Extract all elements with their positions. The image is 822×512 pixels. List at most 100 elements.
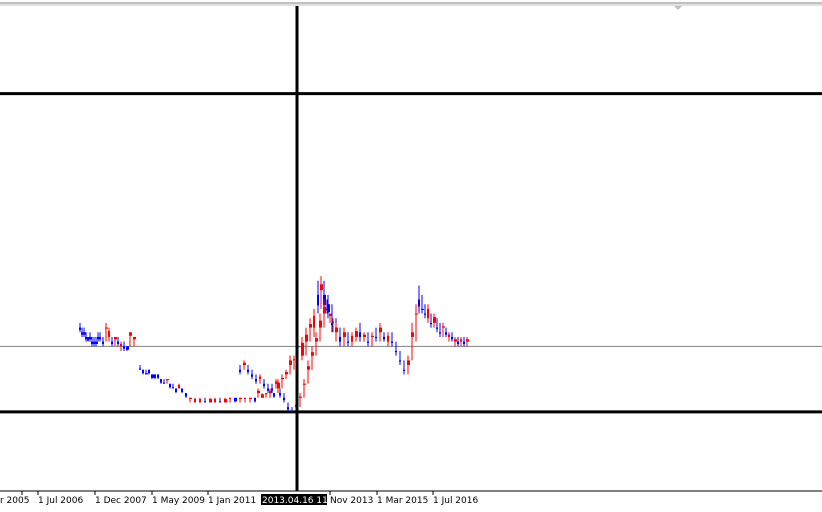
candle-body xyxy=(166,379,169,381)
candle-body xyxy=(189,397,192,399)
candle-body xyxy=(281,377,284,380)
candle-body xyxy=(123,346,125,349)
candle-body xyxy=(251,374,253,377)
candle-body xyxy=(457,341,459,344)
candle-body xyxy=(347,341,349,343)
candle-body xyxy=(243,362,246,366)
candle-body xyxy=(148,369,150,374)
candle-body xyxy=(129,332,132,336)
candle-body xyxy=(163,382,165,384)
candle-body xyxy=(315,338,318,342)
candle-body xyxy=(418,299,420,307)
candle-body xyxy=(273,393,275,397)
candle-body xyxy=(108,331,110,337)
candle-body xyxy=(427,308,429,319)
candle-body xyxy=(439,332,441,334)
candle-body xyxy=(93,341,95,344)
candle-body xyxy=(451,336,453,340)
candle-body xyxy=(430,322,432,325)
candle-body xyxy=(445,332,447,335)
candle-body xyxy=(249,397,252,399)
candle-body xyxy=(287,407,289,410)
candle-body xyxy=(255,379,257,382)
candle-body xyxy=(239,397,242,399)
x-tick-label: 1 Mar 2015 xyxy=(377,496,428,506)
candle-body xyxy=(359,332,361,337)
candle-body xyxy=(375,336,377,339)
candle-body xyxy=(267,388,269,391)
candle-body xyxy=(214,398,216,403)
candle-body xyxy=(261,394,264,398)
candle-body xyxy=(145,373,148,375)
candle-body xyxy=(289,360,292,366)
candle-body xyxy=(307,366,310,370)
candle-body xyxy=(160,379,162,383)
candle-body xyxy=(105,327,108,329)
candle-body xyxy=(154,374,156,378)
candle-body xyxy=(411,332,414,337)
candle-body xyxy=(257,390,260,394)
candle-body xyxy=(126,346,129,350)
candle-body xyxy=(379,327,382,333)
x-tick-label: r 2005 xyxy=(0,496,29,506)
candle-body xyxy=(265,393,267,395)
candle-body xyxy=(448,334,450,337)
price-lines xyxy=(0,2,822,414)
candle-body xyxy=(327,304,330,313)
candle-body xyxy=(463,341,465,344)
x-axis: r 2005 1 Jul 2006 1 Dec 2007 1 May 2009 1 Ja… xyxy=(0,490,822,506)
candle-body xyxy=(367,341,369,343)
candle-body xyxy=(436,327,438,329)
candle-body xyxy=(120,343,122,347)
candle-body xyxy=(224,398,227,403)
x-tick-label: 1 Jul 2006 xyxy=(38,496,83,506)
candle-body xyxy=(97,336,99,340)
x-tick-label: 1 May 2009 xyxy=(152,496,205,506)
candle-body xyxy=(433,317,436,323)
candle-body xyxy=(460,339,462,342)
candle-body xyxy=(114,336,117,340)
candle-body xyxy=(387,335,389,342)
candle-body xyxy=(102,341,104,344)
candle-body xyxy=(299,396,302,398)
candle-body xyxy=(454,339,457,342)
chart-svg[interactable]: 2013.04.16 11:00 r 2005 1 Jul 2006 1 Dec 2… xyxy=(0,0,822,512)
candle-body xyxy=(259,376,261,380)
candle-body xyxy=(151,374,154,378)
candle-body xyxy=(79,327,81,330)
candle-body xyxy=(466,339,469,342)
candle-body xyxy=(275,381,278,384)
candle-body xyxy=(309,324,312,328)
candle-body xyxy=(279,393,281,396)
candle-body xyxy=(305,334,308,342)
candle-body xyxy=(95,341,98,344)
candle-body xyxy=(209,398,212,403)
chart-area[interactable]: 2013.04.16 11:00 r 2005 1 Jul 2006 1 Dec 2… xyxy=(0,0,822,512)
candle-body xyxy=(301,342,304,356)
candle-body xyxy=(142,369,144,374)
candle-body xyxy=(229,397,231,399)
candle-body xyxy=(204,401,206,403)
candle-body xyxy=(291,410,294,412)
candle-body xyxy=(99,336,101,340)
candle-body xyxy=(285,372,288,375)
candle-body xyxy=(254,397,256,402)
candle-body xyxy=(185,393,187,397)
candle-body xyxy=(343,332,346,337)
candle-body xyxy=(293,359,295,361)
candle-body xyxy=(85,336,87,340)
candle-body xyxy=(442,326,445,328)
candle-body xyxy=(311,352,314,356)
candle-body xyxy=(331,322,333,326)
crosshair: 2013.04.16 11:00 xyxy=(261,6,343,506)
candle-body xyxy=(234,397,237,402)
candle-body xyxy=(323,306,326,314)
x-tick-label: Nov 2013 xyxy=(330,496,373,506)
candle-body xyxy=(320,284,323,291)
candle-body xyxy=(355,331,358,337)
candle-body xyxy=(303,383,306,385)
candle-body xyxy=(319,320,322,328)
candle-body xyxy=(263,383,265,387)
x-tick-label: 1 Jan 2011 xyxy=(208,496,256,506)
x-tick-label: 1 Jul 2016 xyxy=(433,496,478,506)
